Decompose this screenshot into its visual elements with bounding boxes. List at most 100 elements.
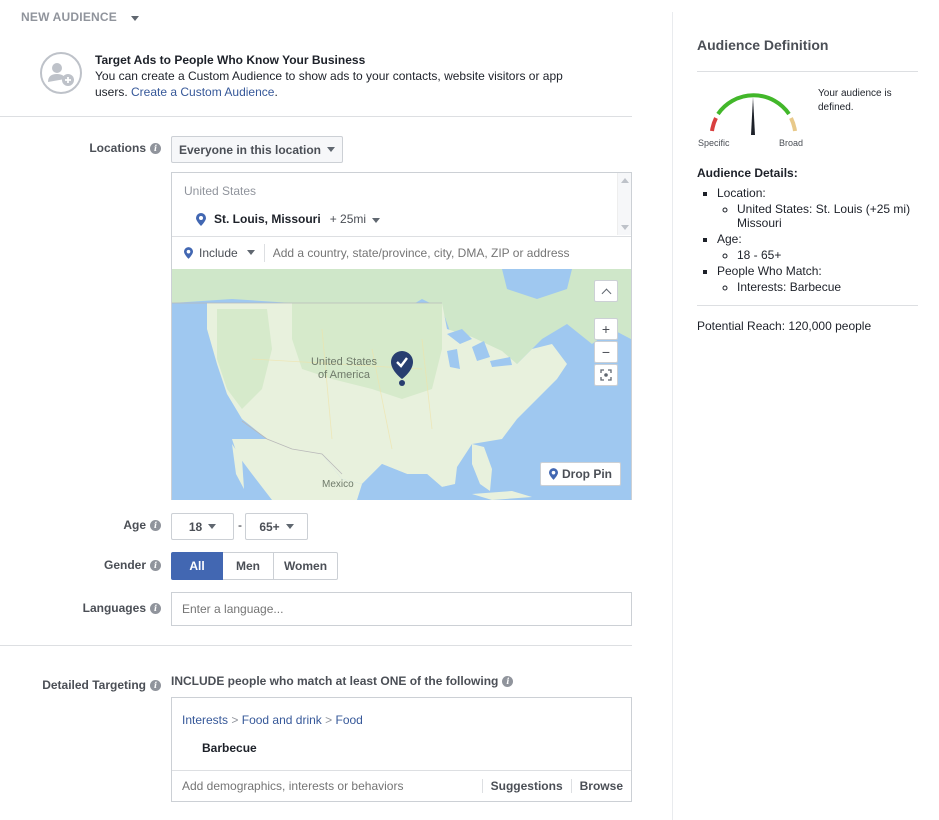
detail-location-value: United States: St. Louis (+25 mi) Missou… <box>737 202 919 230</box>
panel-divider <box>672 12 673 820</box>
targeting-search-row: Suggestions Browse <box>172 770 631 801</box>
map-location-pin-icon[interactable] <box>391 351 413 387</box>
gender-men-label: Men <box>236 559 260 573</box>
chevron-down-icon <box>208 524 217 529</box>
detail-match: People Who Match: Interests: Barbecue <box>717 264 919 294</box>
detail-location-label: Location: <box>717 186 766 200</box>
map-label-line1: United States <box>310 356 378 368</box>
fit-bounds-icon <box>600 369 612 381</box>
divider <box>697 71 918 72</box>
audience-details-list: Location: United States: St. Louis (+25 … <box>697 184 919 296</box>
map-label-line2: of America <box>318 369 370 381</box>
info-icon[interactable]: i <box>150 680 161 692</box>
info-icon[interactable]: i <box>502 676 514 688</box>
language-input[interactable] <box>171 592 632 626</box>
minus-icon: − <box>601 344 611 360</box>
drop-pin-label: Drop Pin <box>562 467 612 481</box>
map-label-usa: United States of America <box>304 356 384 382</box>
gender-men-button[interactable]: Men <box>223 552 274 580</box>
targeting-breadcrumb: Interests > Food and drink > Food <box>182 713 363 727</box>
recenter-button[interactable] <box>594 364 618 386</box>
zoom-in-button[interactable]: + <box>594 318 618 340</box>
gauge-status-text: Your audience is defined. <box>818 88 892 113</box>
location-pin-icon <box>196 212 206 226</box>
location-search-input[interactable] <box>270 244 631 261</box>
chevron-down-icon <box>130 16 139 21</box>
drop-pin-button[interactable]: Drop Pin <box>540 462 621 486</box>
info-icon[interactable]: i <box>150 520 161 532</box>
breadcrumb-food-and-drink[interactable]: Food and drink <box>242 713 322 727</box>
location-pin-icon <box>184 246 193 259</box>
detail-age-value: 18 - 65+ <box>737 248 919 262</box>
targeting-description-text: INCLUDE people who match at least ONE of… <box>171 674 499 688</box>
include-dropdown[interactable]: Include <box>172 243 265 262</box>
info-icon[interactable]: i <box>150 603 161 615</box>
location-list-scrollbar[interactable] <box>617 173 631 235</box>
divider <box>0 645 632 646</box>
radius-dropdown[interactable]: + 25mi <box>329 212 381 226</box>
info-icon[interactable]: i <box>150 560 161 572</box>
custom-audience-icon <box>40 52 82 94</box>
promo-body: You can create a Custom Audience to show… <box>95 68 585 100</box>
age-label-text: Age <box>123 518 146 532</box>
locations-label: Locations i <box>40 141 161 155</box>
gender-women-label: Women <box>283 559 328 573</box>
gauge-specific-label: Specific <box>698 138 730 148</box>
detail-match-value: Interests: Barbecue <box>737 280 919 294</box>
city-name: St. Louis, Missouri <box>214 212 321 226</box>
targeting-description: INCLUDE people who match at least ONE of… <box>171 674 514 688</box>
chevron-down-icon <box>285 524 294 529</box>
gender-label: Gender i <box>40 558 161 572</box>
chevron-down-icon <box>372 218 381 223</box>
detailed-targeting-label-text: Detailed Targeting <box>42 678 146 692</box>
detail-age-label: Age: <box>717 232 742 246</box>
breadcrumb-interests[interactable]: Interests <box>182 713 228 727</box>
targeting-item[interactable]: Barbecue <box>202 741 257 755</box>
divider <box>0 116 632 117</box>
detail-age: Age: 18 - 65+ <box>717 232 919 262</box>
languages-label-text: Languages <box>82 601 146 615</box>
scroll-up-icon <box>621 178 629 183</box>
detail-location: Location: United States: St. Louis (+25 … <box>717 186 919 230</box>
potential-reach: Potential Reach: 120,000 people <box>697 319 872 333</box>
promo-title: Target Ads to People Who Know Your Busin… <box>95 53 366 67</box>
locations-label-text: Locations <box>89 141 146 155</box>
gauge-broad-label: Broad <box>779 138 804 148</box>
targeting-search-input[interactable] <box>180 778 482 794</box>
chevron-down-icon <box>327 147 336 152</box>
location-type-dropdown[interactable]: Everyone in this location <box>171 136 343 163</box>
create-custom-audience-link[interactable]: Create a Custom Audience <box>131 85 274 99</box>
map-collapse-button[interactable] <box>594 280 618 302</box>
selected-location[interactable]: St. Louis, Missouri + 25mi <box>196 212 381 226</box>
plus-icon: + <box>601 321 611 337</box>
age-min-dropdown[interactable]: 18 <box>171 513 234 540</box>
gauge-needle <box>751 97 755 135</box>
radius-value: + 25mi <box>329 212 367 226</box>
gender-all-label: All <box>189 559 205 573</box>
audience-definition-title: Audience Definition <box>697 37 829 53</box>
browse-link[interactable]: Browse <box>570 779 631 793</box>
location-type-value: Everyone in this location <box>178 142 322 157</box>
gender-all-button[interactable]: All <box>171 552 223 580</box>
zoom-out-button[interactable]: − <box>594 341 618 363</box>
chevron-down-icon <box>246 250 255 255</box>
suggestions-link[interactable]: Suggestions <box>481 779 571 793</box>
gender-women-button[interactable]: Women <box>274 552 338 580</box>
include-label: Include <box>199 245 238 260</box>
age-max-value: 65+ <box>259 519 280 534</box>
include-row: Include <box>172 236 631 268</box>
selected-country: United States <box>184 184 257 198</box>
location-pin-icon <box>549 468 558 480</box>
gender-toggle: All Men Women <box>171 552 338 580</box>
age-min-value: 18 <box>188 519 203 534</box>
detailed-targeting-label: Detailed Targeting i <box>20 678 161 692</box>
location-box: United States St. Louis, Missouri + 25mi… <box>171 172 632 500</box>
age-separator: - <box>238 518 242 532</box>
age-max-dropdown[interactable]: 65+ <box>245 513 308 540</box>
audience-details-title: Audience Details: <box>697 166 798 180</box>
location-map[interactable]: United States of America Mexico + − Drop… <box>172 269 631 500</box>
breadcrumb-food[interactable]: Food <box>336 713 363 727</box>
info-icon[interactable]: i <box>150 143 161 155</box>
chevron-up-icon <box>601 288 611 298</box>
new-audience-header[interactable]: NEW AUDIENCE <box>21 10 139 24</box>
